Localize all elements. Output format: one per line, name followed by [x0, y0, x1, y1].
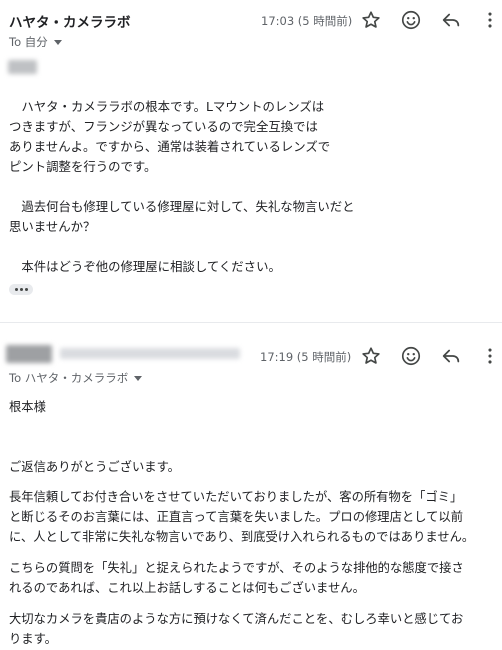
recipient-label: To 自分	[9, 35, 48, 49]
body-line: 本件はどうぞ他の修理屋に相談してください。	[9, 259, 281, 274]
message-body: ハヤタ・カメララボの根本です。Lマウントのレンズは つきますが、フランジが異なっ…	[9, 97, 389, 277]
body-line: に、人として非常に失礼な物言いであり、到底受け入れられるものではありません。	[9, 530, 475, 544]
sender-name[interactable]: ハヤタ・カメララボ	[9, 11, 131, 31]
more-options-icon[interactable]	[479, 345, 501, 367]
body-line: ご返信ありがとうございます。	[9, 460, 180, 474]
body-line: 思いませんか？	[9, 219, 96, 234]
reply-icon[interactable]	[440, 9, 462, 31]
emoji-reaction-icon[interactable]	[400, 9, 422, 31]
recipient-dropdown[interactable]: To 自分	[9, 34, 62, 50]
email-message-1: ハヤタ・カメララボ 17:03 (5 時間前) To 自分 ハヤタ・カメララボの…	[0, 0, 502, 322]
star-icon[interactable]	[360, 345, 382, 367]
sender-email-redacted	[60, 348, 240, 359]
message-time[interactable]: 17:03 (5 時間前)	[261, 13, 352, 29]
more-options-icon[interactable]	[479, 9, 501, 31]
message-time[interactable]: 17:19 (5 時間前)	[260, 349, 351, 365]
chevron-down-icon	[134, 375, 143, 381]
show-trimmed-content-button[interactable]	[9, 284, 33, 295]
body-line: と断じるそのお言葉には、正直言って言葉を失いました。プロの修理店として以前	[9, 510, 464, 524]
message-divider	[0, 322, 502, 323]
recipient-dropdown[interactable]: To ハヤタ・カメララボ	[9, 370, 143, 386]
emoji-reaction-icon[interactable]	[400, 345, 422, 367]
body-line: こちらの質問を「失礼」と捉えられたようですが、そのような排他的な態度で接さ	[9, 561, 464, 575]
redacted-text	[8, 60, 37, 74]
star-icon[interactable]	[360, 9, 382, 31]
body-line: ピント調整を行うのです。	[9, 159, 157, 174]
body-line: つきますが、フランジが異なっているので完全互換では	[9, 119, 318, 134]
message-body: 根本様 ご返信ありがとうございます。 長年信頼してお付き合いをさせていただいてお…	[9, 397, 497, 649]
body-line: ハヤタ・カメララボの根本です。Lマウントのレンズは	[9, 99, 325, 114]
salutation: 根本様	[9, 400, 46, 414]
body-line: ありませんよ。ですから、通常は装着されているレンズで	[9, 139, 331, 154]
body-line: 過去何台も修理している修理屋に対して、失礼な物言いだと	[9, 199, 355, 214]
body-line: 長年信頼してお付き合いをさせていただいておりましたが、客の所有物を「ゴミ」	[9, 490, 463, 504]
reply-icon[interactable]	[440, 345, 462, 367]
body-line: れるのであれば、これ以上お話しすることは何もございません。	[9, 581, 365, 595]
body-line: ります。	[9, 632, 57, 646]
sender-redacted	[6, 345, 52, 363]
body-line: 大切なカメラを貴店のような方に預けなくて済んだことを、むしろ幸いと感じてお	[9, 612, 464, 626]
recipient-label: To ハヤタ・カメララボ	[9, 371, 129, 385]
chevron-down-icon	[53, 39, 62, 45]
